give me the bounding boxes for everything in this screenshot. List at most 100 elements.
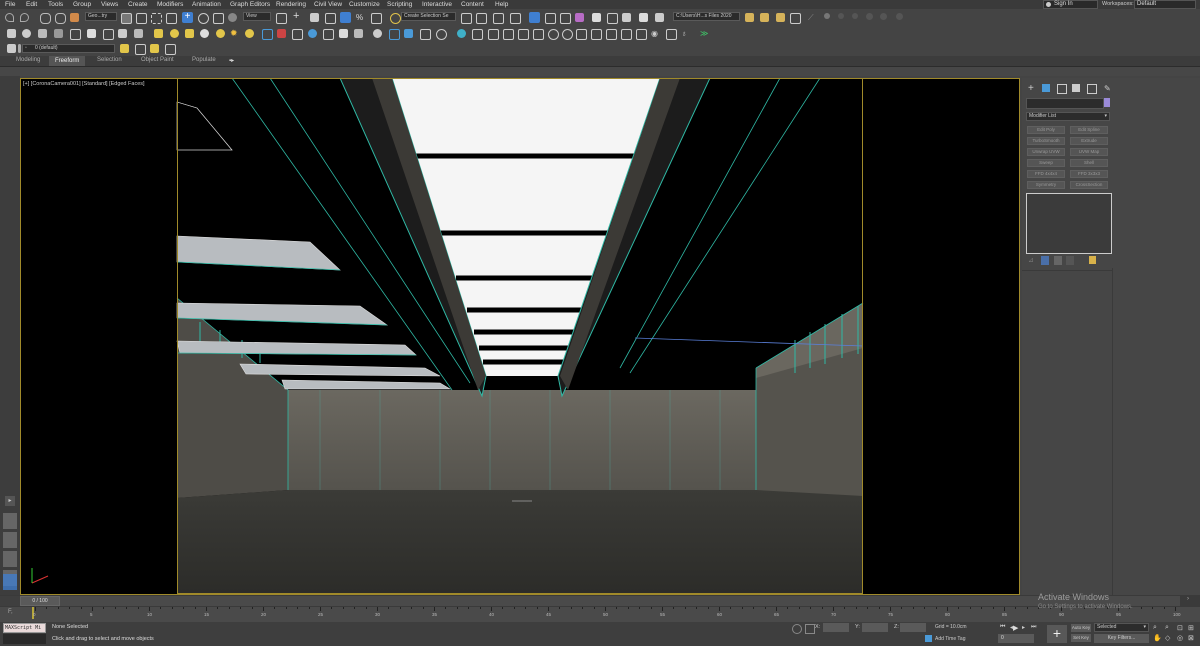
target-icon[interactable]	[457, 29, 466, 38]
layout-icon[interactable]	[790, 13, 801, 24]
expand-arrow-icon[interactable]: ▸	[5, 496, 15, 506]
display-tab-icon[interactable]	[1087, 84, 1097, 94]
lister-icon[interactable]	[373, 29, 382, 38]
menu-file[interactable]: File	[5, 1, 15, 8]
menu-civil-view[interactable]: Civil View	[314, 1, 342, 8]
modifier-unwrap-uvw[interactable]: Unwrap UVW	[1027, 148, 1065, 156]
layer-l-icon[interactable]	[636, 29, 647, 40]
corona-proxy-icon[interactable]	[308, 29, 317, 38]
set-current-layer-icon[interactable]	[165, 44, 176, 55]
modifier-extrude[interactable]: Extrude	[1070, 137, 1108, 145]
menu-content[interactable]: Content	[461, 1, 484, 8]
modifier-crosssection[interactable]: CrossSection	[1070, 181, 1108, 189]
time-tag-icon[interactable]	[925, 635, 932, 642]
rectangular-selection-icon[interactable]	[151, 13, 162, 24]
play-icon[interactable]: ▶	[1013, 624, 1018, 632]
omni-light-icon[interactable]	[216, 29, 225, 38]
corona-decal-icon[interactable]	[339, 29, 348, 38]
perspective-viewport[interactable]: [+] [CoronaCamera001] [Standard] [Edged …	[20, 78, 1020, 595]
track-bar[interactable]: F, 0 5 10 15 20 25 30 35 40 45 50 55 60 65 70 75 80 85 90 9…	[0, 607, 1200, 622]
select-by-name-icon[interactable]	[136, 13, 147, 24]
y-coordinate-field[interactable]	[862, 623, 888, 632]
render-production-icon[interactable]	[622, 13, 631, 22]
select-object-icon[interactable]	[121, 13, 132, 24]
isolate-icon[interactable]	[666, 29, 677, 40]
tab-selection[interactable]: Selection	[97, 57, 122, 63]
make-unique-icon[interactable]	[1054, 256, 1062, 265]
time-slider-track[interactable]	[60, 596, 1180, 606]
double-chevron-icon[interactable]: ≫	[700, 29, 709, 38]
sphere-icon[interactable]	[38, 29, 47, 38]
layer-c-icon[interactable]	[503, 29, 514, 40]
auto-key-button[interactable]: Auto Key	[1071, 624, 1091, 632]
project-folder-path[interactable]: C:\Users\H...s Files 2020	[673, 12, 740, 21]
teapot-icon[interactable]	[22, 29, 31, 38]
corona-material-icon[interactable]	[354, 29, 363, 38]
menu-graph-editors[interactable]: Graph Editors	[230, 1, 270, 8]
layer-g-icon[interactable]	[562, 29, 573, 40]
schematic-view-icon[interactable]	[560, 13, 571, 24]
new-layer-icon[interactable]	[120, 44, 129, 53]
helper-icon[interactable]	[87, 29, 96, 38]
sky-icon[interactable]	[245, 29, 254, 38]
mirror-icon[interactable]	[461, 13, 472, 24]
tab-populate[interactable]: Populate	[192, 57, 216, 63]
layer-k-icon[interactable]	[621, 29, 632, 40]
orbit-icon[interactable]: ◎	[1177, 634, 1183, 642]
plane-icon[interactable]	[70, 29, 81, 40]
pivot-center-icon[interactable]	[276, 13, 287, 24]
modifier-uvw-map[interactable]: UVW Map	[1070, 148, 1108, 156]
modifier-turbosmooth[interactable]: TurboSmooth	[1027, 137, 1065, 145]
align-icon[interactable]	[476, 13, 487, 24]
cone-icon[interactable]	[185, 29, 194, 38]
bind-spacewarp-icon[interactable]	[70, 13, 79, 22]
utilities-tab-icon[interactable]: ✎	[1104, 84, 1111, 93]
tab-modeling[interactable]: Modeling	[16, 57, 40, 63]
select-and-move-icon[interactable]: +	[182, 12, 193, 23]
tab-object-paint[interactable]: Object Paint	[141, 57, 174, 63]
modifier-sweep[interactable]: Sweep	[1027, 159, 1065, 167]
set-key-big-button[interactable]: +	[1047, 625, 1067, 643]
field-of-view-icon[interactable]: ◇	[1165, 634, 1170, 642]
next-key-icon[interactable]: ▸	[1022, 624, 1025, 631]
layer-e-icon[interactable]	[533, 29, 544, 40]
layer-a-icon[interactable]	[472, 29, 483, 40]
ies-icon[interactable]	[389, 29, 400, 40]
modify-tab-icon[interactable]	[1042, 84, 1050, 92]
spinner-snap-icon[interactable]	[371, 13, 382, 24]
toggle-ribbon-icon[interactable]	[529, 12, 540, 23]
configure-modifier-sets-icon[interactable]	[1089, 256, 1096, 264]
toggle-layer-explorer-icon[interactable]	[510, 13, 521, 24]
zoom-all-icon[interactable]: ⌕	[1165, 624, 1169, 632]
layer-j-icon[interactable]	[606, 29, 617, 40]
viewport-layout-3-icon[interactable]	[3, 551, 17, 567]
current-frame-field[interactable]: 0	[998, 634, 1034, 643]
menu-interactive[interactable]: Interactive	[422, 1, 452, 8]
corona-render-icon[interactable]	[277, 29, 286, 38]
select-and-rotate-icon[interactable]	[198, 13, 209, 24]
remove-modifier-icon[interactable]	[1066, 256, 1074, 265]
workspace-select[interactable]: Default	[1134, 0, 1196, 9]
mini-curve-editor-icon[interactable]: F,	[8, 609, 13, 615]
torus-icon[interactable]	[200, 29, 209, 38]
material-editor-icon[interactable]	[575, 13, 584, 22]
menu-group[interactable]: Group	[73, 1, 91, 8]
select-and-scale-icon[interactable]	[213, 13, 224, 24]
zoom-region-icon[interactable]: ⊞	[1188, 624, 1194, 632]
viewport-layout-1-icon[interactable]	[3, 513, 17, 529]
menu-help[interactable]: Help	[495, 1, 508, 8]
edit-named-selection-icon[interactable]	[390, 13, 401, 24]
key-filters-button[interactable]: Key Filters...	[1094, 634, 1149, 643]
wrench-icon[interactable]: ⟋	[808, 13, 817, 22]
modifier-stack-list[interactable]	[1026, 193, 1112, 254]
menu-views[interactable]: Views	[101, 1, 118, 8]
menu-modifiers[interactable]: Modifiers	[157, 1, 183, 8]
select-and-place-icon[interactable]	[228, 13, 237, 22]
menu-edit[interactable]: Edit	[26, 1, 37, 8]
vfb-icon[interactable]	[404, 29, 413, 38]
box-primitive-icon[interactable]	[154, 29, 163, 38]
keyboard-shortcut-icon[interactable]	[310, 13, 319, 22]
link-icon[interactable]	[40, 13, 51, 24]
geosphere-icon[interactable]	[170, 29, 179, 38]
modifier-ffd-4x4x4[interactable]: FFD 4x4x4	[1027, 170, 1065, 178]
